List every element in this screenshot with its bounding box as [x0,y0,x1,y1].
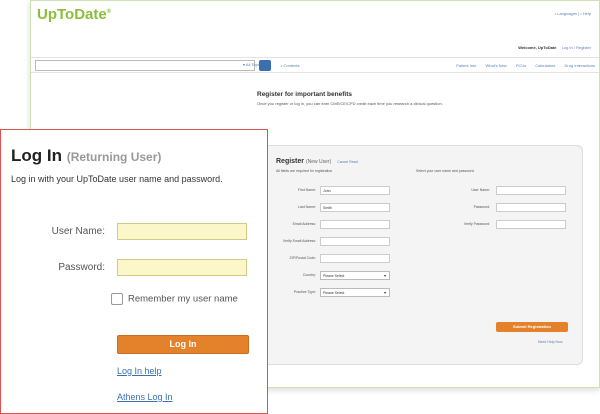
welcome-text: Welcome, UpToDate [518,45,557,50]
verify-email-label: Verify Email Address: [282,239,316,243]
login-password-field[interactable] [117,259,247,276]
search-toolbar: ▾ All Topics • Contents Patient Info Wha… [31,57,599,73]
register-right-description: Select your user name and password [416,169,474,173]
remember-label: Remember my user name [128,293,238,305]
verify-email-field[interactable] [320,237,390,246]
need-help-link[interactable]: Need Help Now [538,340,563,344]
practice-type-label: Practice Type: [293,290,316,294]
login-help-link[interactable]: Log In help [117,366,162,376]
verify-password-label: Verify Password: [463,222,490,226]
verify-password-field[interactable] [496,220,566,229]
nav-calculators[interactable]: Calculators [535,63,555,68]
search-input[interactable] [35,60,255,71]
register-heading: Register (New User) Cancel Reset [276,158,359,165]
uptodate-logo: UpToDate® [37,6,112,23]
remember-checkbox[interactable] [111,293,123,305]
remember-username[interactable]: Remember my user name [111,293,238,305]
first-name-label: First Name: [297,188,316,192]
login-description: Log in with your UpToDate user name and … [11,174,223,184]
nav-whats-new[interactable]: What's New [485,63,506,68]
first-name-field[interactable]: John [320,186,390,195]
login-password-label: Password: [58,262,105,273]
welcome-row: Welcome, UpToDate Log In / Register [518,45,591,50]
username-label: User Name: [471,188,490,192]
zip-field[interactable] [320,254,390,263]
last-name-label: Last Name: [298,205,316,209]
nav-drug-interactions[interactable]: Drug Interactions [565,63,595,68]
nav-patient-info[interactable]: Patient Info [456,63,476,68]
top-bar: UpToDate® • Languages | • Help [31,1,599,35]
country-select[interactable]: Please Select [320,271,390,280]
password-field[interactable] [496,203,566,212]
email-label: Email Address: [292,222,316,226]
login-title: Log In (Returning User) [11,146,162,165]
search-button[interactable] [259,60,271,71]
submit-registration-button[interactable]: Submit Registration [496,322,568,332]
register-left-description: All fields are required for registration [276,169,333,173]
email-field[interactable] [320,220,390,229]
contents-link[interactable]: • Contents [281,63,300,68]
nav-links: Patient Info What's New PCUs Calculators… [448,63,595,68]
register-benefits-description: Once you register or log in, you can ear… [257,101,443,106]
login-username-label: User Name: [51,226,105,237]
login-register-link[interactable]: Log In / Register [562,45,591,50]
register-form: Register (New User) Cancel Reset All fie… [231,145,583,365]
nav-pcus[interactable]: PCUs [516,63,526,68]
top-links[interactable]: • Languages | • Help [555,11,591,16]
username-field[interactable] [496,186,566,195]
password-label: Password: [473,205,490,209]
country-label: Country: [302,273,316,277]
login-panel: Log In (Returning User) Log in with your… [0,129,268,414]
last-name-field[interactable]: Smith [320,203,390,212]
practice-type-select[interactable]: Please Select [320,288,390,297]
login-username-field[interactable] [117,223,247,240]
register-benefits-title: Register for important benefits [257,91,352,98]
athens-login-link[interactable]: Athens Log In [117,392,173,402]
login-button[interactable]: Log In [117,335,249,354]
zip-label: ZIP/Postal Code: [289,256,316,260]
